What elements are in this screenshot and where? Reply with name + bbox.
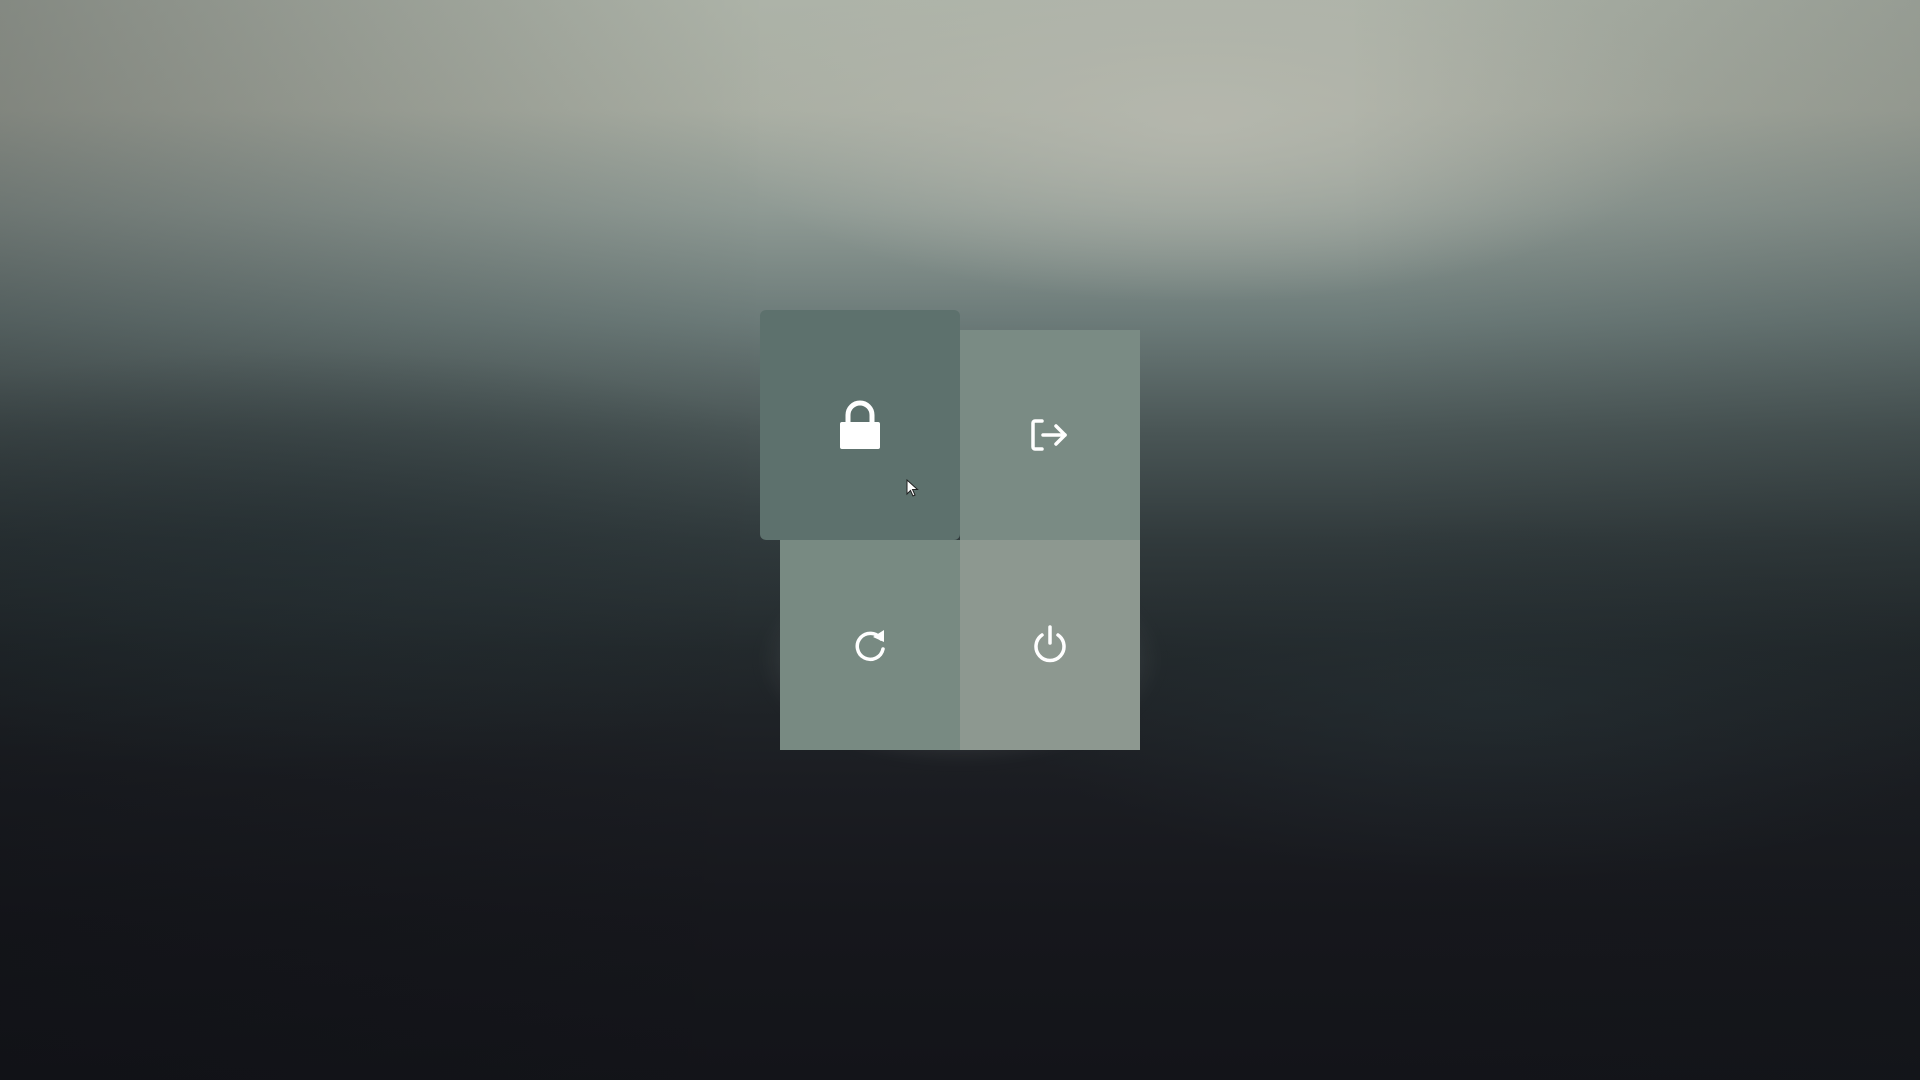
- shutdown-button[interactable]: [960, 540, 1140, 750]
- lock-icon: [838, 399, 882, 451]
- lock-button[interactable]: [760, 310, 960, 540]
- power-menu: [760, 310, 1140, 750]
- logout-icon: [1030, 417, 1070, 453]
- reboot-button[interactable]: [780, 540, 960, 750]
- power-icon: [1030, 624, 1070, 666]
- mouse-cursor-icon: [906, 478, 920, 504]
- logout-button[interactable]: [960, 330, 1140, 540]
- reboot-icon: [850, 625, 890, 665]
